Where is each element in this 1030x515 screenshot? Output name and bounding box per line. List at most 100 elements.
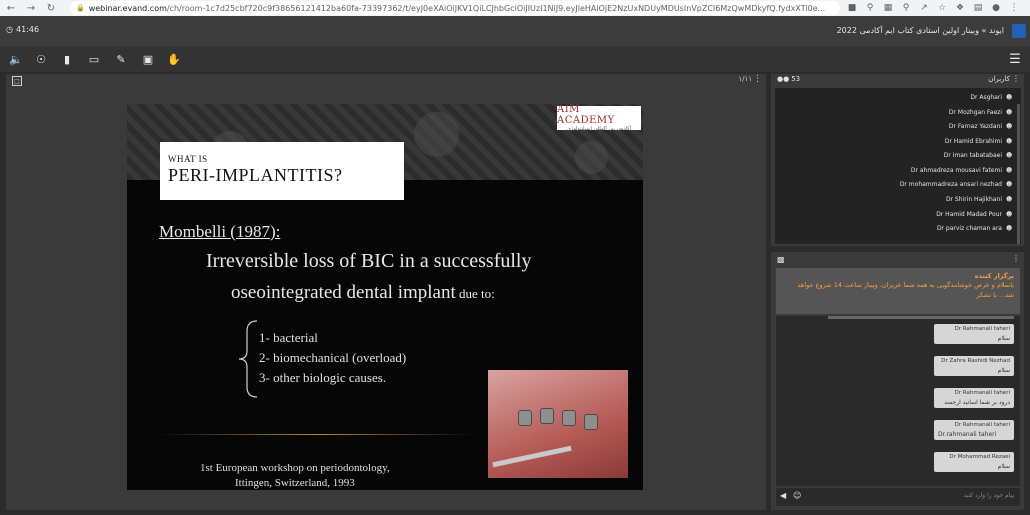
participants-panel: ●● 53 کاربران ⋮ Dr Asghari ☻ Dr Mozhgan F… <box>771 74 1024 246</box>
participant-item[interactable]: Dr iman tabatabaei ☻ <box>944 148 1013 162</box>
participant-item[interactable]: Dr Hamid Ebrahimi ☻ <box>945 134 1013 148</box>
participant-name: Dr Asghari <box>970 93 1002 101</box>
sidebar-icon[interactable]: ▤ <box>971 1 985 15</box>
chat-messages[interactable]: Dr Rahmanali taheri سلام Dr Zahra Rashid… <box>776 316 1020 486</box>
address-bar[interactable]: 🔒 webinar.evand.com/ch/room-1c7d25cbf720… <box>70 1 840 15</box>
timer-text: 41:46 <box>15 25 40 34</box>
slide-line-2-suffix: due to: <box>455 286 495 301</box>
participant-name: Dr Mozhgan Faezi <box>948 108 1002 116</box>
message-author: Dr Zahra Rashidi Nezhad <box>941 358 1010 364</box>
fullscreen-icon[interactable]: □ <box>12 76 22 86</box>
chat-panel: ▩ ⋮ برگزار کننده باسلام و عرض خوشامدگویی… <box>771 252 1024 510</box>
aim-academy-logo: AIM ACADEMY آکادمی بین المللی ایمپلنتولو… <box>557 104 641 132</box>
url-path: /ch/room-1c7d25cbf720c9f38656121412ba60f… <box>166 3 826 13</box>
participant-item[interactable]: Dr Mozhgan Faezi ☻ <box>949 105 1013 119</box>
emoji-icon[interactable]: ☺ <box>793 491 801 500</box>
message-text: Dr.rahmanali taheri <box>938 431 997 438</box>
zoom-icon[interactable]: ⚲ <box>899 1 913 15</box>
participants-more-icon[interactable]: ⋮ <box>1012 74 1020 83</box>
lock-icon: 🔒 <box>76 4 85 12</box>
speaker-icon[interactable]: 🔈 <box>8 51 24 67</box>
video-camera-icon[interactable]: ▮ <box>59 51 75 67</box>
raise-hand-icon[interactable]: ✋ <box>166 51 182 67</box>
slide: AIM ACADEMY آکادمی بین المللی ایمپلنتولو… <box>127 104 643 490</box>
stage-more-icon[interactable]: ⋮ <box>753 74 762 84</box>
dental-tool-shape <box>492 445 572 468</box>
participant-item[interactable]: Dr Hamid Madad Pour ☻ <box>936 207 1013 221</box>
participant-item[interactable]: Dr mohammadreza ansari nezhad ☻ <box>900 177 1013 191</box>
presentation-area: □ ۱/۱۱ ⋮ AIM ACADEMY آکادمی بین المللی ا… <box>6 74 766 510</box>
slide-line-2: oseointegrated dental implant due to: <box>231 282 495 304</box>
pen-icon[interactable]: ✎ <box>113 51 129 67</box>
message-author: Dr Mohammad Rezaei <box>949 454 1010 460</box>
cause-item: 1- bacterial <box>259 330 318 345</box>
translate-icon[interactable]: ▦ <box>881 1 895 15</box>
share-icon[interactable]: ↗ <box>917 1 931 15</box>
user-icon: ☻ <box>1006 108 1013 116</box>
key-icon[interactable]: ⚲ <box>863 1 877 15</box>
user-icon: ☻ <box>1006 224 1013 232</box>
message-author: Dr Rahmanali taheri <box>954 390 1010 396</box>
implant-shape <box>562 410 576 426</box>
reload-icon[interactable]: ↻ <box>44 0 58 16</box>
screen-share-icon[interactable]: ▭ <box>86 51 102 67</box>
gold-divider <box>157 434 477 435</box>
message-author: Dr Rahmanali taheri <box>954 422 1010 428</box>
participant-name: Dr iman tabatabaei <box>943 151 1002 159</box>
participant-name: Dr Hamid Ebrahimi <box>944 137 1002 145</box>
participants-scrollbar[interactable] <box>1017 104 1020 244</box>
slide-reference-1: 1st European workshop on periodontology, <box>200 462 390 474</box>
participant-list[interactable]: Dr Asghari ☻ Dr Mozhgan Faezi ☻ Dr Farnaz … <box>775 88 1021 244</box>
chat-message: Dr Rahmanali taheri سلام <box>934 324 1014 344</box>
cause-item: 3- other biologic causes. <box>259 370 387 385</box>
mic-off-icon[interactable]: ☉ <box>33 51 49 67</box>
message-text: سلام <box>997 367 1010 374</box>
session-timer: ◷ 41:46 <box>6 25 39 34</box>
room-title: ایوند » وبینار اولین استادی کتاب ایم آکا… <box>836 26 1004 35</box>
url-host: webinar.evand.com <box>88 3 167 13</box>
implant-shape <box>540 408 554 424</box>
chat-message: Dr Zahra Rashidi Nezhad سلام <box>934 356 1014 376</box>
user-icon: ☻ <box>1006 93 1013 101</box>
profile-icon[interactable]: ● <box>989 1 1003 15</box>
implant-shape <box>584 414 598 430</box>
slide-author: Mombelli (1987): <box>159 222 281 241</box>
chat-input-bar: ◀ ☺ پیام خود را وارد کنید <box>776 488 1020 506</box>
participant-count: ●● 53 <box>777 75 800 83</box>
user-icon: ☻ <box>1006 122 1013 130</box>
participant-name: Dr Shirin Hajikhani <box>945 195 1002 203</box>
browser-toolbar: ← → ↻ 🔒 webinar.evand.com/ch/room-1c7d25… <box>0 0 1030 16</box>
whiteboard-icon[interactable]: ▣ <box>140 51 156 67</box>
participant-name: Dr Hamid Madad Pour <box>936 210 1002 218</box>
chat-scrollbar[interactable] <box>828 316 1014 319</box>
puzzle-icon[interactable]: ❖ <box>953 1 967 15</box>
organizer-notice: برگزار کننده باسلام و عرض خوشامدگویی به … <box>776 268 1020 314</box>
clock-icon: ◷ <box>6 25 13 34</box>
user-icon: ☻ <box>1006 195 1013 203</box>
dental-implant-photo <box>488 370 628 478</box>
camera-icon[interactable]: ■ <box>845 1 859 15</box>
participant-item[interactable]: Dr Asghari ☻ <box>970 90 1013 104</box>
participant-count-text: 53 <box>791 75 801 83</box>
back-icon[interactable]: ← <box>4 0 18 16</box>
message-text: درود بر شما اساتید ارجمند <box>944 399 1010 406</box>
forward-icon[interactable]: → <box>24 0 38 16</box>
send-icon[interactable]: ◀ <box>780 491 786 500</box>
slide-reference-2: Ittingen, Switzerland, 1993 <box>235 477 355 489</box>
browser-menu-icon[interactable]: ⋮ <box>1007 1 1021 15</box>
participant-item[interactable]: Dr ahmadreza mousavi fatemi ☻ <box>911 163 1013 177</box>
message-text: سلام <box>997 335 1010 342</box>
chat-more-icon[interactable]: ⋮ <box>1012 254 1020 263</box>
notice-body: باسلام و عرض خوشامدگویی به همه شما عزیزا… <box>797 281 1014 299</box>
participant-item[interactable]: Dr Farnaz Yazdani ☻ <box>949 119 1013 133</box>
chat-icon: ▩ <box>777 255 785 264</box>
participant-item[interactable]: Dr parviz chaman ara ☻ <box>937 221 1013 235</box>
participants-title: کاربران <box>988 75 1010 83</box>
app-header: ◷ 41:46 ایوند » وبینار اولین استادی کتاب… <box>0 16 1030 46</box>
slide-title-small: WHAT IS <box>168 154 208 164</box>
extension-icons: ■ ⚲ ▦ ⚲ ↗ ☆ ❖ ▤ ● ⋮ <box>845 0 1021 16</box>
star-icon[interactable]: ☆ <box>935 1 949 15</box>
hamburger-menu-icon[interactable]: ☰ <box>1008 51 1022 67</box>
chat-input[interactable]: پیام خود را وارد کنید <box>964 492 1014 499</box>
participant-item[interactable]: Dr Shirin Hajikhani ☻ <box>946 192 1013 206</box>
